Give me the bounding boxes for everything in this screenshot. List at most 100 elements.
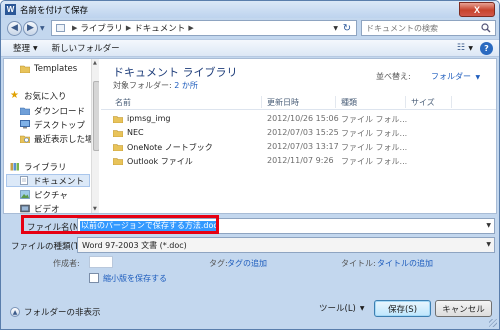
arrow-left-icon: ◀ [11, 23, 18, 33]
nav-item-recent-places[interactable]: 最近表示した場所 [20, 132, 99, 145]
scroll-down-icon[interactable]: ▼ [93, 206, 97, 212]
pictures-icon [20, 190, 30, 199]
column-name[interactable]: 名前 [115, 97, 131, 108]
recent-pages-dropdown[interactable]: ▼ [40, 25, 45, 32]
new-folder-button[interactable]: 新しいフォルダー [52, 42, 120, 54]
doc-title-label: タイトル: [341, 259, 376, 268]
column-header: 名前 更新日時 種類 サイズ [101, 94, 496, 110]
doc-title-field[interactable]: タイトルの追加 [377, 258, 433, 269]
column-separator[interactable] [261, 96, 262, 108]
search-input[interactable] [366, 23, 478, 33]
column-type[interactable]: 種類 [341, 97, 357, 108]
cancel-button[interactable]: キャンセル [435, 300, 492, 317]
recent-places-icon [20, 135, 30, 143]
target-label: 対象フォルダー: [113, 81, 172, 90]
file-type: ファイル フォル... [341, 157, 408, 166]
breadcrumb-libraries[interactable]: ライブラリ [80, 22, 123, 34]
nav-item-pictures[interactable]: ピクチャ [20, 188, 68, 201]
search-box[interactable] [361, 20, 496, 36]
chevron-right-icon[interactable]: ▶ [188, 24, 193, 32]
target-locations-link[interactable]: 2 か所 [174, 81, 198, 90]
nav-item-label: ダウンロード [34, 106, 86, 117]
hide-folders-button[interactable]: ▲ フォルダーの非表示 [10, 306, 101, 318]
help-icon[interactable]: ? [480, 42, 493, 55]
nav-item-desktop[interactable]: デスクトップ [20, 118, 85, 131]
file-type: ファイル フォル... [341, 143, 408, 152]
organize-button[interactable]: 整理 ▼ [13, 42, 38, 54]
folder-icon [20, 65, 30, 73]
filename-highlight-annotation [21, 215, 219, 234]
sort-dropdown[interactable]: フォルダー ▼ [431, 71, 480, 82]
refresh-button[interactable]: ↻ [340, 21, 354, 35]
title-bar: W 名前を付けて保存 X [1, 1, 499, 18]
window-title: 名前を付けて保存 [20, 5, 89, 16]
tools-button[interactable]: ツール(L) ▼ [319, 302, 365, 314]
column-separator[interactable] [451, 96, 452, 108]
column-date[interactable]: 更新日時 [267, 97, 299, 108]
address-dropdown[interactable]: ▼ [333, 25, 338, 32]
save-thumbnail-label[interactable]: 縮小版を保存する [103, 273, 167, 284]
filetype-label: ファイルの種類(T): [11, 242, 86, 252]
chevron-down-icon[interactable]: ▼ [468, 45, 473, 52]
navigation-scrollbar[interactable]: ▲ ▼ [91, 59, 99, 213]
file-row[interactable]: NEC 2012/07/03 15:25 ファイル フォル... [101, 127, 496, 140]
organize-label: 整理 [13, 44, 31, 54]
file-date: 2012/07/03 15:25 [267, 128, 339, 137]
folder-icon [113, 158, 123, 165]
address-row: ◀ ▶ ▼ ▶ ライブラリ ▶ ドキュメント ▶ ▼ ↻ [1, 18, 499, 38]
column-separator[interactable] [405, 96, 406, 108]
file-date: 2012/10/26 15:06 [267, 114, 339, 123]
chevron-down-icon: ▼ [475, 74, 481, 81]
nav-item-documents[interactable]: ドキュメント [6, 174, 90, 187]
close-button[interactable]: X [459, 2, 495, 17]
nav-item-downloads[interactable]: ダウンロード [20, 104, 85, 117]
chevron-right-icon[interactable]: ▶ [72, 24, 77, 32]
address-bar[interactable]: ▶ ライブラリ ▶ ドキュメント ▶ ▼ ↻ [51, 20, 357, 36]
filetype-select[interactable]: Word 97-2003 文書 (*.doc) ▼ [77, 237, 495, 253]
file-row[interactable]: Outlook ファイル 2012/11/07 9:26 ファイル フォル... [101, 155, 496, 168]
nav-item-favorites[interactable]: ★ お気に入り [10, 89, 67, 102]
sort-label: 並べ替え: [376, 72, 411, 81]
column-size[interactable]: サイズ [411, 97, 435, 108]
file-row[interactable]: ipmsg_img 2012/10/26 15:06 ファイル フォル... [101, 113, 496, 126]
file-name: OneNote ノートブック [127, 143, 213, 152]
resize-grip[interactable] [489, 319, 497, 327]
breadcrumb-documents[interactable]: ドキュメント [134, 22, 185, 34]
save-as-dialog: W 名前を付けて保存 X ◀ ▶ ▼ ▶ ライブラリ ▶ ドキュメント ▶ ▼ … [0, 0, 500, 330]
file-date: 2012/11/07 9:26 [267, 156, 334, 165]
library-title: ドキュメント ライブラリ [113, 66, 238, 79]
chevron-down-icon: ▼ [359, 304, 365, 312]
column-separator[interactable] [335, 96, 336, 108]
scrollbar-thumb[interactable] [93, 81, 99, 151]
chevron-down-icon[interactable]: ▼ [486, 241, 491, 248]
save-thumbnail-checkbox[interactable] [89, 273, 99, 283]
back-button[interactable]: ◀ [7, 20, 22, 36]
filetype-value: Word 97-2003 文書 (*.doc) [82, 241, 187, 250]
library-folder-icon [56, 24, 65, 32]
folder-icon [113, 144, 123, 151]
navigation-pane: Templates ★ お気に入り ダウンロード デスクトップ 最近表示した場所… [4, 59, 99, 213]
file-row[interactable]: OneNote ノートブック 2012/07/03 13:17 ファイル フォル… [101, 141, 496, 154]
library-target: 対象フォルダー: 2 か所 [113, 80, 198, 91]
scroll-up-icon[interactable]: ▲ [93, 60, 97, 66]
tags-label: タグ: [209, 259, 228, 268]
save-button[interactable]: 保存(S) [374, 300, 431, 317]
forward-button[interactable]: ▶ [23, 20, 38, 36]
view-options-icon[interactable]: ☷ [457, 43, 465, 53]
chevron-down-icon[interactable]: ▼ [486, 222, 491, 229]
word-icon: W [5, 4, 16, 15]
chevron-right-icon[interactable]: ▶ [126, 24, 131, 32]
file-name: NEC [127, 128, 144, 137]
tags-field[interactable]: タグの追加 [227, 258, 267, 269]
video-icon [20, 204, 30, 213]
nav-item-videos[interactable]: ビデオ [20, 202, 60, 213]
nav-item-label: ビデオ [34, 204, 60, 214]
file-date: 2012/07/03 13:17 [267, 142, 339, 151]
nav-item-label: お気に入り [24, 91, 67, 102]
file-name: ipmsg_img [127, 114, 171, 123]
arrow-right-icon: ▶ [27, 23, 34, 33]
author-field[interactable] [89, 256, 113, 268]
nav-item-templates[interactable]: Templates [20, 62, 77, 75]
hide-folders-label: フォルダーの非表示 [24, 308, 101, 318]
nav-item-libraries[interactable]: ライブラリ [10, 160, 67, 173]
